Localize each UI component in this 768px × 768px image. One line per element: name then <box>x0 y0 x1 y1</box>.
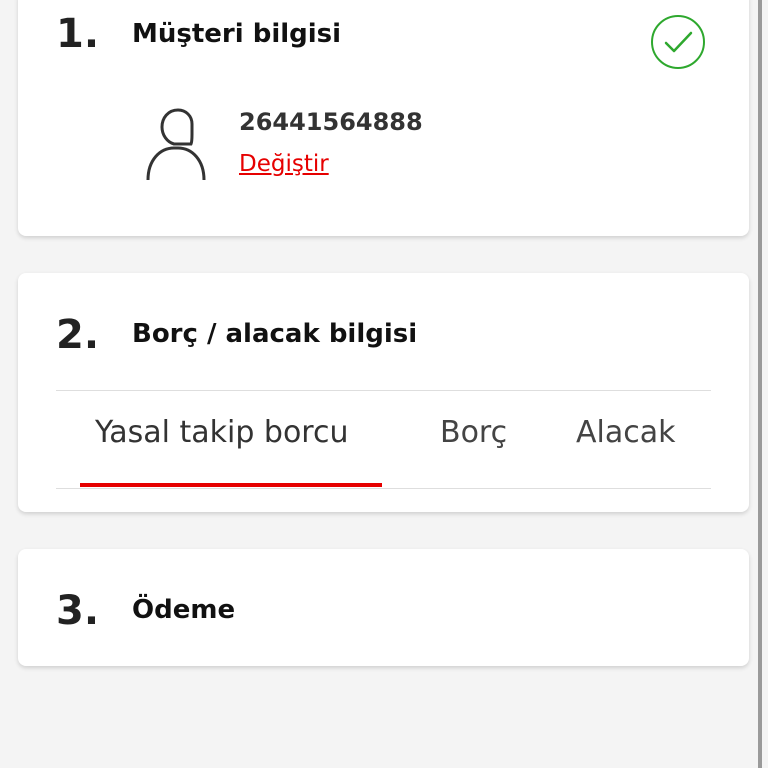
step-number: 2. <box>56 312 100 358</box>
tab-credit[interactable]: Alacak <box>576 418 676 448</box>
change-link[interactable]: Değiştir <box>239 153 329 176</box>
tab-legal-debt[interactable]: Yasal takip borcu <box>95 418 348 448</box>
customer-info-card: 1. Müşteri bilgisi 26441564888 Değiştir <box>18 0 749 236</box>
payment-card[interactable]: 3. Ödeme <box>18 549 749 666</box>
step-number: 1. <box>56 11 100 57</box>
tabs-top-divider <box>56 390 711 391</box>
debt-info-card: 2. Borç / alacak bilgisi Yasal takip bor… <box>18 273 749 512</box>
tab-debt[interactable]: Borç <box>440 418 507 448</box>
step-title: Ödeme <box>132 595 236 625</box>
scrollbar[interactable] <box>758 0 762 768</box>
step-number: 3. <box>56 588 100 634</box>
step-title: Müşteri bilgisi <box>132 19 342 49</box>
step-title: Borç / alacak bilgisi <box>132 319 418 349</box>
user-icon <box>146 108 206 180</box>
active-tab-indicator <box>80 483 382 487</box>
check-circle-icon <box>651 15 705 69</box>
customer-id: 26441564888 <box>239 108 423 136</box>
tabs-bottom-divider <box>56 488 711 489</box>
